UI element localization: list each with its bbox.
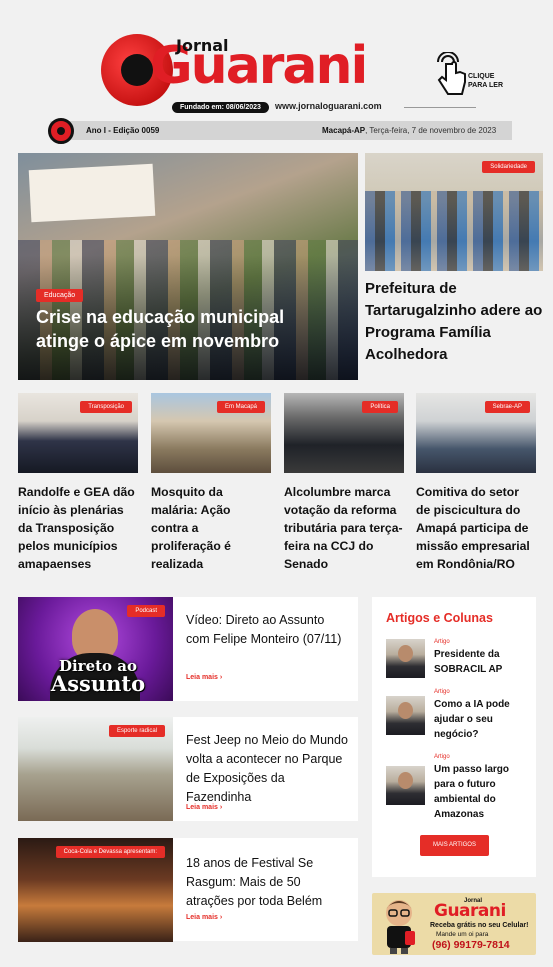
promo-headline: Receba grátis no seu Celular! (430, 922, 529, 929)
news-card[interactable]: Transposição Randolfe e GEA dão início à… (18, 393, 138, 573)
category-tag[interactable]: Solidariedade (482, 161, 535, 173)
edition-number: Ano I - Edição 0059 (86, 126, 160, 135)
card-headline[interactable]: Mosquito da malária: Ação contra a proli… (151, 483, 271, 573)
card-headline[interactable]: Comitiva do setor de piscicultura do Ama… (416, 483, 536, 573)
news-card[interactable]: Política Alcolumbre marca votação da ref… (284, 393, 404, 573)
article-title[interactable]: Um passo largo para o futuro ambiental d… (434, 762, 529, 822)
edition-logo-icon (48, 118, 74, 144)
article-item[interactable]: Artigo Um passo largo para o futuro ambi… (386, 754, 531, 820)
read-more-link[interactable]: Leia mais › (186, 804, 222, 811)
promo-subline: Mande um oi para (436, 931, 489, 938)
divider (404, 107, 476, 108)
whatsapp-promo-banner[interactable]: Jornal Guarani Receba grátis no seu Celu… (372, 893, 536, 955)
promo-brand: Guarani (434, 901, 506, 921)
more-articles-button[interactable]: MAIS ARTIGOS (420, 835, 489, 856)
article-item[interactable]: Artigo Presidente da SOBRACIL AP (386, 639, 531, 679)
logo-jornal-label: Jornal (176, 36, 229, 55)
website-link[interactable]: www.jornaloguarani.com (275, 101, 382, 111)
article-category: Artigo (434, 639, 450, 645)
category-tag[interactable]: Educação (36, 289, 84, 302)
card-headline[interactable]: Randolfe e GEA dão início às plenárias d… (18, 483, 138, 573)
click-to-read-button[interactable]: CLIQUE PARA LER (432, 52, 512, 100)
category-tag[interactable]: Em Macapá (216, 401, 265, 413)
article-title[interactable]: Presidente da SOBRACIL AP (434, 647, 529, 677)
group-photo (365, 191, 543, 271)
touch-hand-icon (437, 52, 466, 95)
hero-story[interactable]: Educação Crise na educação municipal ati… (18, 153, 358, 380)
card-image[interactable]: Em Macapá (151, 393, 271, 473)
category-tag[interactable]: Política (362, 401, 398, 413)
news-card[interactable]: Sebrae-AP Comitiva do setor de piscicult… (416, 393, 536, 573)
article-item[interactable]: Artigo Como a IA pode ajudar o seu negóc… (386, 689, 531, 742)
founded-badge: Fundado em: 08/06/2023 (172, 102, 269, 113)
hero-headline[interactable]: Crise na educação municipal atinge o ápi… (36, 305, 336, 353)
author-avatar[interactable] (386, 696, 425, 735)
list-headline[interactable]: Fest Jeep no Meio do Mundo volta a acont… (186, 731, 351, 807)
list-item[interactable]: Coca-Cola e Devassa apresentam: 18 anos … (18, 838, 358, 942)
article-category: Artigo (434, 689, 450, 695)
story-headline[interactable]: Prefeitura de Tartarugalzinho adere ao P… (365, 278, 545, 366)
read-more-link[interactable]: Leia mais › (186, 674, 222, 681)
card-image[interactable]: Sebrae-AP (416, 393, 536, 473)
card-image[interactable]: Esporte radical (18, 717, 173, 821)
read-more-link[interactable]: Leia mais › (186, 914, 222, 921)
author-avatar[interactable] (386, 639, 425, 678)
mascot-icon (386, 900, 415, 954)
article-category: Artigo (434, 754, 450, 760)
news-card[interactable]: Em Macapá Mosquito da malária: Ação cont… (151, 393, 271, 573)
card-image[interactable]: Coca-Cola e Devassa apresentam: (18, 838, 173, 942)
card-image[interactable]: Transposição (18, 393, 138, 473)
list-item[interactable]: Direto ao Assunto Podcast Vídeo: Direto a… (18, 597, 358, 701)
podcast-title-art: Direto ao Assunto (50, 657, 146, 696)
category-tag[interactable]: Esporte radical (108, 725, 165, 737)
podcast-thumbnail[interactable]: Direto ao Assunto Podcast (18, 597, 173, 701)
category-tag[interactable]: Podcast (127, 605, 165, 617)
article-title[interactable]: Como a IA pode ajudar o seu negócio? (434, 697, 529, 742)
list-headline[interactable]: 18 anos de Festival Se Rasgum: Mais de 5… (186, 854, 351, 911)
category-tag[interactable]: Transposição (80, 401, 132, 413)
list-item[interactable]: Esporte radical Fest Jeep no Meio do Mun… (18, 717, 358, 821)
promo-phone[interactable]: (96) 99179-7814 (432, 939, 510, 951)
card-headline[interactable]: Alcolumbre marca votação da reforma trib… (284, 483, 404, 573)
category-tag[interactable]: Coca-Cola e Devassa apresentam: (55, 846, 165, 858)
story-image[interactable]: Solidariedade (365, 153, 543, 271)
masthead: Guarani Jornal Fundado em: 08/06/2023 ww… (0, 0, 553, 118)
edition-date: Macapá-AP, Terça-feira, 7 de novembro de… (322, 126, 497, 135)
card-image[interactable]: Política (284, 393, 404, 473)
author-avatar[interactable] (386, 766, 425, 805)
articles-heading: Artigos e Colunas (386, 611, 493, 625)
click-to-read-label: CLIQUE PARA LER (468, 73, 503, 89)
list-headline[interactable]: Vídeo: Direto ao Assunto com Felipe Mont… (186, 611, 351, 649)
category-tag[interactable]: Sebrae-AP (484, 401, 530, 413)
